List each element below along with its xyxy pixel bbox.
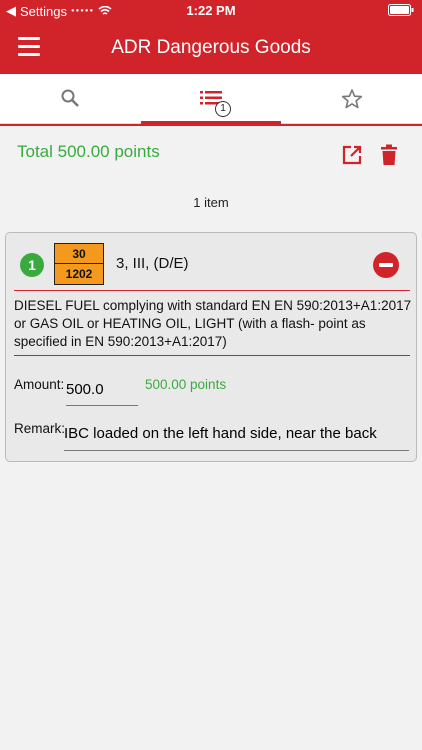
open-external-icon xyxy=(342,145,362,165)
export-button[interactable] xyxy=(342,145,362,170)
hazard-number: 30 xyxy=(55,244,103,264)
battery-icon xyxy=(388,4,414,19)
total-points: Total 500.00 points xyxy=(17,142,160,161)
class-info: 3, III, (D/E) xyxy=(116,255,189,272)
amount-points: 500.00 points xyxy=(145,377,227,392)
tab-list[interactable]: 1 xyxy=(141,74,281,124)
remark-label: Remark: xyxy=(14,421,66,436)
status-bar: ◀ Settings ●●●●● 1:22 PM xyxy=(0,0,422,22)
orange-hazard-plate: 30 1202 xyxy=(54,243,104,285)
star-icon xyxy=(341,89,362,109)
tab-bar: 1 xyxy=(0,74,422,124)
item-count: 1 item xyxy=(193,195,229,210)
item-index-badge: 1 xyxy=(20,253,44,277)
delete-all-button[interactable] xyxy=(380,144,398,171)
item-description: DIESEL FUEL complying with standard EN E… xyxy=(14,298,412,349)
card-divider xyxy=(14,355,410,356)
amount-label: Amount: xyxy=(14,377,65,392)
tab-divider xyxy=(0,124,422,126)
app-bar: ADR Dangerous Goods xyxy=(0,22,422,74)
status-time: 1:22 PM xyxy=(186,3,236,18)
tab-search[interactable] xyxy=(0,74,140,124)
goods-item-card[interactable]: 1 30 1202 3, III, (D/E) DIESEL FUEL comp… xyxy=(5,232,417,462)
un-number: 1202 xyxy=(65,267,93,281)
remark-field[interactable] xyxy=(64,417,409,451)
remove-item-button[interactable] xyxy=(373,252,399,278)
trash-icon xyxy=(381,144,397,165)
search-icon xyxy=(61,89,79,107)
tab-favorites[interactable] xyxy=(281,74,422,124)
app-title: ADR Dangerous Goods xyxy=(111,37,311,58)
card-divider xyxy=(14,290,410,291)
list-count-badge: 1 xyxy=(215,101,231,117)
amount-field[interactable] xyxy=(66,374,138,406)
